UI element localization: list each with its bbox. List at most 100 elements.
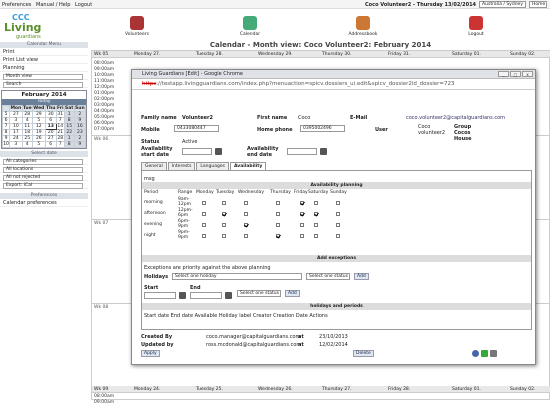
refresh-icon[interactable] — [472, 350, 479, 357]
availability-column-header: Wednesday — [238, 190, 265, 195]
location-select[interactable]: All locations — [3, 167, 83, 173]
availability-checkbox[interactable] — [202, 201, 206, 205]
mobile-field[interactable]: 0433080447 — [174, 125, 219, 132]
url-bar[interactable]: https://testapp.livingguardians.com/inde… — [132, 79, 535, 90]
day-cell[interactable]: 9 — [73, 141, 87, 148]
availability-checkbox[interactable] — [244, 223, 248, 227]
exception-status-select[interactable]: Select one status — [237, 290, 281, 297]
availability-checkbox[interactable] — [276, 223, 280, 227]
availability-checkbox[interactable] — [202, 212, 206, 216]
availability-column-header: Range — [178, 190, 193, 195]
dialog-titlebar[interactable]: Living Guardians [Edit] - Google Chrome … — [132, 70, 535, 79]
availability-checkbox[interactable] — [222, 223, 226, 227]
day-cell[interactable]: 5 — [31, 141, 46, 148]
manual-link[interactable]: Manual / Help — [36, 2, 70, 8]
home-select[interactable]: Home — [529, 1, 547, 8]
availability-grid: Period Range Monday Tuesday Wednesday Thursda… — [144, 190, 531, 245]
day-cell[interactable]: 4 — [21, 141, 33, 148]
preferences-link[interactable]: Preferences — [2, 2, 31, 8]
day-cell[interactable]: 28 — [55, 135, 65, 142]
living-guardians-logo[interactable]: CCC Living guardians — [4, 13, 44, 43]
user-value: Coco volunteer2 — [418, 124, 446, 136]
exception-end-field[interactable] — [190, 292, 222, 299]
availability-checkbox[interactable] — [276, 234, 280, 238]
availability-checkbox[interactable] — [314, 223, 318, 227]
availability-checkbox[interactable] — [300, 223, 304, 227]
tab-general[interactable]: General — [141, 162, 167, 170]
availability-checkbox[interactable] — [222, 212, 226, 216]
availability-checkbox[interactable] — [300, 234, 304, 238]
exception-start-field[interactable] — [144, 292, 176, 299]
range-label: 9am-12pm — [178, 197, 191, 207]
availability-checkbox[interactable] — [336, 234, 340, 238]
timezone-select[interactable]: Australia / Sydney — [479, 1, 526, 8]
availability-checkbox[interactable] — [300, 201, 304, 205]
calendar-icon[interactable] — [320, 148, 327, 155]
search-input[interactable]: Search — [3, 82, 83, 88]
add-holiday-button[interactable]: Add — [354, 273, 369, 280]
minimize-button[interactable]: _ — [498, 71, 509, 77]
availability-checkbox[interactable] — [202, 223, 206, 227]
availability-checkbox[interactable] — [276, 201, 280, 205]
day-cell[interactable]: 3 — [9, 141, 23, 148]
nav-calendar[interactable]: Calendar — [233, 16, 267, 37]
add-exception-button[interactable]: Add — [285, 290, 300, 297]
print-icon[interactable] — [490, 350, 497, 357]
maximize-button[interactable]: □ — [510, 71, 521, 77]
holiday-status-select[interactable]: Select one status — [306, 273, 350, 280]
availability-checkbox[interactable] — [276, 212, 280, 216]
day-cell[interactable]: 7 — [55, 141, 65, 148]
home-phone-field[interactable]: 0395002496 — [300, 125, 345, 132]
availability-checkbox[interactable] — [244, 234, 248, 238]
availability-column-header: Monday — [196, 190, 214, 195]
calendar-icon[interactable] — [179, 292, 186, 299]
tab-languages[interactable]: Languages — [196, 162, 229, 170]
created-date: 23/10/2013 — [319, 334, 348, 340]
calendar-icon[interactable] — [215, 148, 222, 155]
close-button[interactable]: x — [522, 71, 533, 77]
availability-checkbox[interactable] — [300, 212, 304, 216]
sidebar-print-list[interactable]: Print List view — [0, 56, 88, 64]
holiday-select[interactable]: Select one holiday — [172, 273, 302, 280]
availability-checkbox[interactable] — [336, 212, 340, 216]
availability-checkbox[interactable] — [336, 201, 340, 205]
availability-checkbox[interactable] — [244, 201, 248, 205]
availability-checkbox[interactable] — [314, 201, 318, 205]
calendar-preferences-link[interactable]: Calendar preferences — [0, 199, 88, 207]
delete-button[interactable]: Delete — [353, 350, 374, 357]
day-cell[interactable]: 14 — [55, 123, 65, 130]
period-label: afternoon — [144, 211, 166, 216]
day-cell[interactable]: 6 — [44, 141, 57, 148]
availability-checkbox[interactable] — [314, 212, 318, 216]
day-cell[interactable]: 21 — [55, 129, 65, 136]
sidebar-planning[interactable]: Planning — [0, 64, 88, 72]
availability-checkbox[interactable] — [222, 201, 226, 205]
nav-logout[interactable]: Logout — [459, 16, 493, 37]
availability-column-header: Tuesday — [216, 190, 235, 195]
availability-checkbox[interactable] — [202, 234, 206, 238]
calendar-icon[interactable] — [225, 292, 232, 299]
tab-availability[interactable]: Availability — [229, 162, 267, 170]
availability-end-field[interactable] — [287, 148, 317, 155]
apply-button[interactable]: Apply — [141, 350, 160, 357]
availability-checkbox[interactable] — [314, 234, 318, 238]
nav-volunteers[interactable]: Volunteers — [120, 16, 154, 37]
availability-checkbox[interactable] — [336, 223, 340, 227]
export-select[interactable]: Export: iCal — [3, 183, 83, 189]
availability-checkbox[interactable] — [222, 234, 226, 238]
availability-checkbox[interactable] — [244, 212, 248, 216]
time-label: 02:00pm — [94, 97, 115, 102]
day-cell[interactable]: 8 — [63, 141, 75, 148]
export-icon[interactable] — [481, 350, 488, 357]
availability-start-field[interactable] — [182, 148, 212, 155]
day-cell[interactable]: 31 — [55, 111, 65, 118]
logout-link[interactable]: Logout — [75, 2, 92, 8]
week-number[interactable]: 10 — [1, 141, 11, 148]
sidebar-print[interactable]: Print — [0, 48, 88, 56]
status-filter-select[interactable]: All not rejected — [3, 175, 83, 181]
view-select[interactable]: Month view — [3, 74, 83, 80]
category-select[interactable]: All categories — [3, 159, 83, 165]
tab-interests[interactable]: Interests — [167, 162, 196, 170]
nav-addressbook[interactable]: Addressbook — [346, 16, 380, 37]
week-header: Wk 05 Monday 27. Tuesday 28. Wednesday 2… — [92, 51, 550, 58]
